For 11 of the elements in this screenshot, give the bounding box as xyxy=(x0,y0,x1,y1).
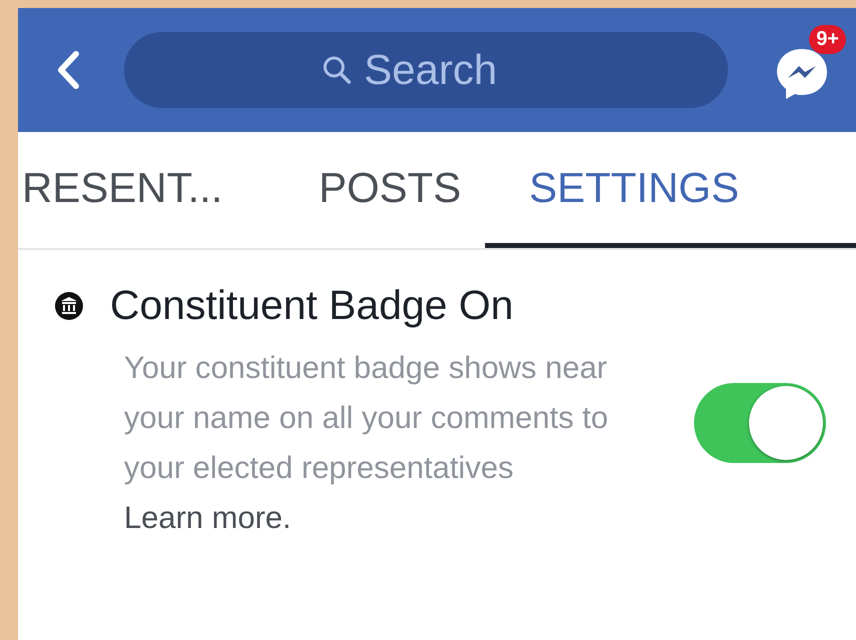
tab[interactable]: POSTS xyxy=(294,132,486,248)
back-icon[interactable] xyxy=(56,50,80,90)
notification-badge: 9+ xyxy=(809,25,846,54)
setting-title: Constituent Badge On xyxy=(110,282,514,329)
search-field[interactable]: Search xyxy=(124,32,728,108)
building-icon xyxy=(54,290,84,320)
tab[interactable]: SETTINGS xyxy=(485,132,856,248)
tab[interactable]: RESENT... xyxy=(0,132,295,248)
learn-more-link[interactable]: Learn more. xyxy=(124,493,684,543)
search-icon xyxy=(322,55,352,85)
setting-description: Your constituent badge shows near your name on all your comments to your elected representatives xyxy=(124,349,610,487)
